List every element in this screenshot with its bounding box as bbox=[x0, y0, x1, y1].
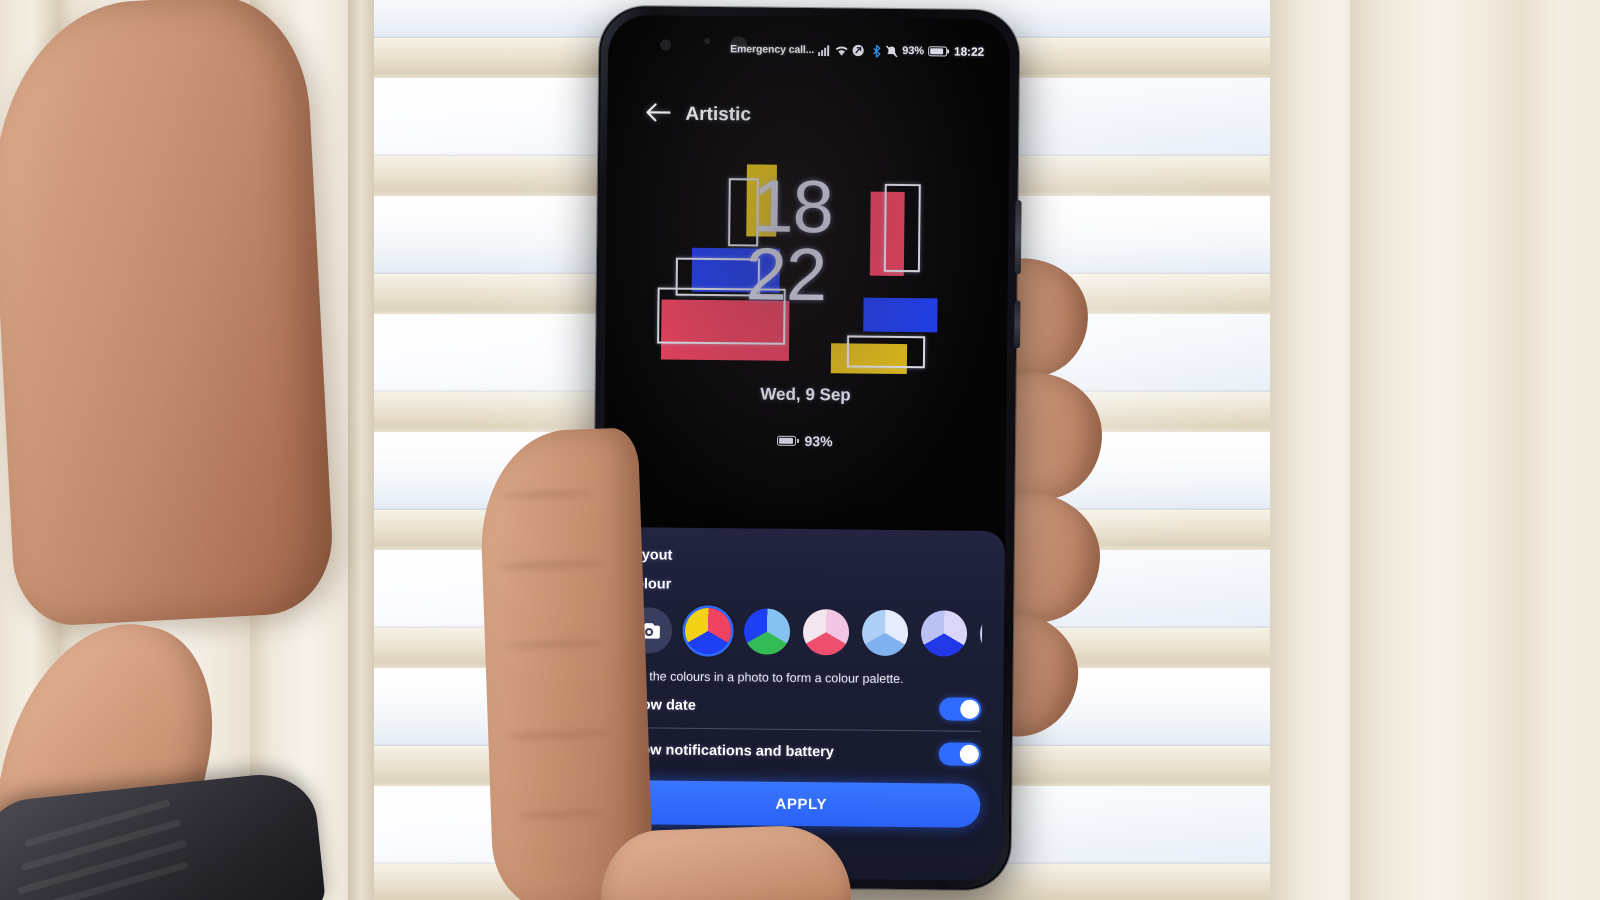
apply-button[interactable]: APPLY bbox=[622, 780, 981, 828]
show-date-row[interactable]: Show date bbox=[623, 683, 982, 731]
lockscreen-battery: 93% bbox=[604, 431, 1006, 451]
photo-palette-swatch[interactable] bbox=[625, 607, 673, 654]
pie-swatch bbox=[743, 608, 791, 655]
clock-time-label: 18:22 bbox=[953, 44, 985, 59]
pie-swatch bbox=[802, 608, 850, 656]
shutter-frame-right bbox=[1350, 0, 1600, 900]
power-button[interactable] bbox=[1014, 200, 1022, 275]
clock-date: Wed, 9 Sep bbox=[760, 384, 851, 405]
lockscreen-battery-label: 93% bbox=[804, 432, 833, 450]
layout-section-label[interactable]: Layout bbox=[625, 547, 983, 567]
swatch-indigo[interactable] bbox=[920, 610, 968, 657]
show-notifications-battery-label: Show notifications and battery bbox=[622, 742, 834, 761]
clock-minutes: 22 bbox=[745, 232, 827, 317]
signal-icon bbox=[818, 44, 831, 56]
clock-outline-red-tall bbox=[883, 183, 921, 273]
clock-art-blocks bbox=[655, 155, 961, 375]
show-notifications-battery-toggle[interactable] bbox=[938, 741, 981, 766]
nfc-icon bbox=[852, 44, 864, 57]
artistic-clock: 18 22 bbox=[653, 155, 961, 375]
clock-outline-yellow-wide bbox=[846, 335, 926, 369]
colour-section-label: Colour bbox=[624, 576, 672, 593]
show-date-toggle[interactable] bbox=[939, 696, 982, 721]
phone-screen: Emergency call... 93% 18:22 Artistic 18 … bbox=[599, 14, 1011, 882]
clock-hours: 18 bbox=[752, 164, 834, 249]
swatch-primary[interactable] bbox=[684, 607, 732, 655]
pie-swatch bbox=[861, 609, 909, 657]
battery-icon bbox=[927, 46, 948, 57]
swatch-pink[interactable] bbox=[802, 608, 850, 656]
battery-percent-label: 93% bbox=[902, 44, 925, 58]
page-title: Artistic bbox=[685, 103, 752, 126]
vibrate-off-icon bbox=[885, 44, 898, 57]
show-notifications-row[interactable]: Show notifications and battery bbox=[623, 728, 981, 776]
back-arrow-icon[interactable] bbox=[645, 101, 671, 127]
volume-button[interactable] bbox=[1014, 300, 1021, 349]
show-date-label: Show date bbox=[623, 697, 696, 714]
camera-icon bbox=[625, 607, 673, 654]
carrier-label: Emergency call... bbox=[730, 43, 815, 57]
wifi-icon bbox=[835, 45, 848, 56]
battery-icon-small bbox=[777, 435, 797, 446]
status-bar: Emergency call... 93% 18:22 bbox=[608, 37, 1010, 63]
smartphone: Emergency call... 93% 18:22 Artistic 18 … bbox=[590, 5, 1022, 891]
settings-sheet: Layout Colour Use the colours in a photo… bbox=[599, 526, 1006, 882]
bluetooth-icon bbox=[872, 44, 881, 58]
shutter-frame-left bbox=[0, 0, 290, 900]
app-toolbar: Artistic bbox=[607, 91, 1009, 141]
colour-swatch-strip[interactable] bbox=[625, 602, 983, 662]
block-fill bbox=[863, 297, 938, 333]
swatch-green[interactable] bbox=[743, 608, 791, 655]
shutter-rail-left bbox=[348, 0, 374, 900]
clock-block-blue-wide-bot bbox=[863, 297, 938, 333]
swatch-pale-blue[interactable] bbox=[861, 609, 909, 657]
pie-swatch bbox=[979, 610, 983, 658]
pie-swatch bbox=[684, 607, 732, 655]
swatch-partial[interactable] bbox=[979, 610, 983, 658]
pie-swatch bbox=[920, 610, 968, 657]
